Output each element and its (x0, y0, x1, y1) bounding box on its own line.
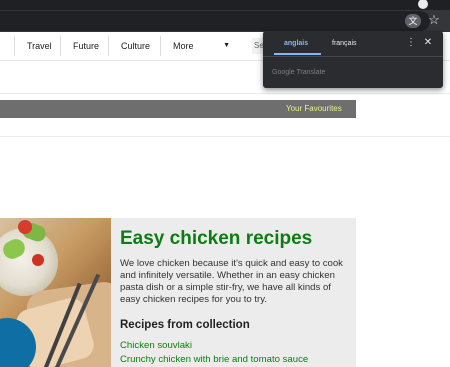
active-tab-indicator (274, 53, 321, 55)
address-bar[interactable] (0, 11, 430, 31)
more-options-icon[interactable]: ⋮ (406, 37, 416, 49)
nav-item-future[interactable]: Future (60, 36, 109, 56)
browser-toolbar: 文 ☆ (0, 10, 450, 32)
nav-item-travel[interactable]: Travel (14, 36, 62, 56)
recipe-link-chicken-souvlaki[interactable]: Chicken souvlaki (120, 340, 356, 351)
recipe-collection-panel: Easy chicken recipes We love chicken bec… (111, 218, 356, 367)
translate-icon[interactable]: 文 (405, 14, 421, 28)
divider (0, 136, 450, 137)
profile-indicator (418, 0, 428, 9)
divider (263, 56, 443, 57)
favourites-band: Your Favourites (0, 100, 356, 118)
close-icon[interactable]: ✕ (423, 37, 433, 49)
favourites-link[interactable]: Your Favourites (286, 100, 356, 118)
browser-top-strip (0, 0, 450, 10)
recipe-image (0, 218, 111, 367)
nav-item-culture[interactable]: Culture (108, 36, 160, 56)
nav-item-more[interactable]: More ▼ (160, 36, 238, 56)
nav-item-label: More (173, 41, 194, 51)
tab-source-language[interactable]: anglais (284, 40, 308, 48)
recipe-link-crunchy-chicken[interactable]: Crunchy chicken with brie and tomato sau… (120, 354, 356, 365)
nav-item-label: Travel (27, 41, 52, 51)
translate-popup: anglais français ⋮ ✕ Google Translate (263, 31, 443, 88)
chevron-down-icon: ▼ (223, 42, 230, 49)
nav-item-label: Culture (121, 41, 151, 51)
tomato (18, 220, 32, 234)
translate-footer: Google Translate (272, 69, 326, 76)
collection-heading: Recipes from collection (120, 319, 250, 331)
intro-text: We love chicken because it's quick and e… (120, 258, 343, 305)
page-title: Easy chicken recipes (120, 228, 313, 249)
tomato (32, 254, 44, 266)
divider (0, 93, 450, 94)
tab-target-language[interactable]: français (332, 40, 357, 48)
nav-item-label: Future (73, 41, 100, 51)
bookmark-star-icon[interactable]: ☆ (427, 12, 441, 28)
